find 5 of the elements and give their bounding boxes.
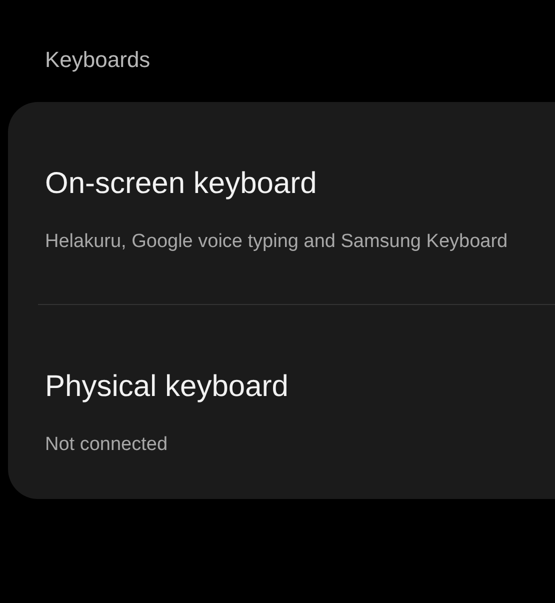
setting-subtitle: Helakuru, Google voice typing and Samsung Keyboard (45, 230, 508, 254)
setting-subtitle: Not connected (45, 433, 168, 457)
setting-title[interactable]: On-screen keyboard (45, 164, 317, 204)
section-title: Keyboards (45, 46, 150, 74)
setting-title[interactable]: Physical keyboard (45, 367, 288, 407)
